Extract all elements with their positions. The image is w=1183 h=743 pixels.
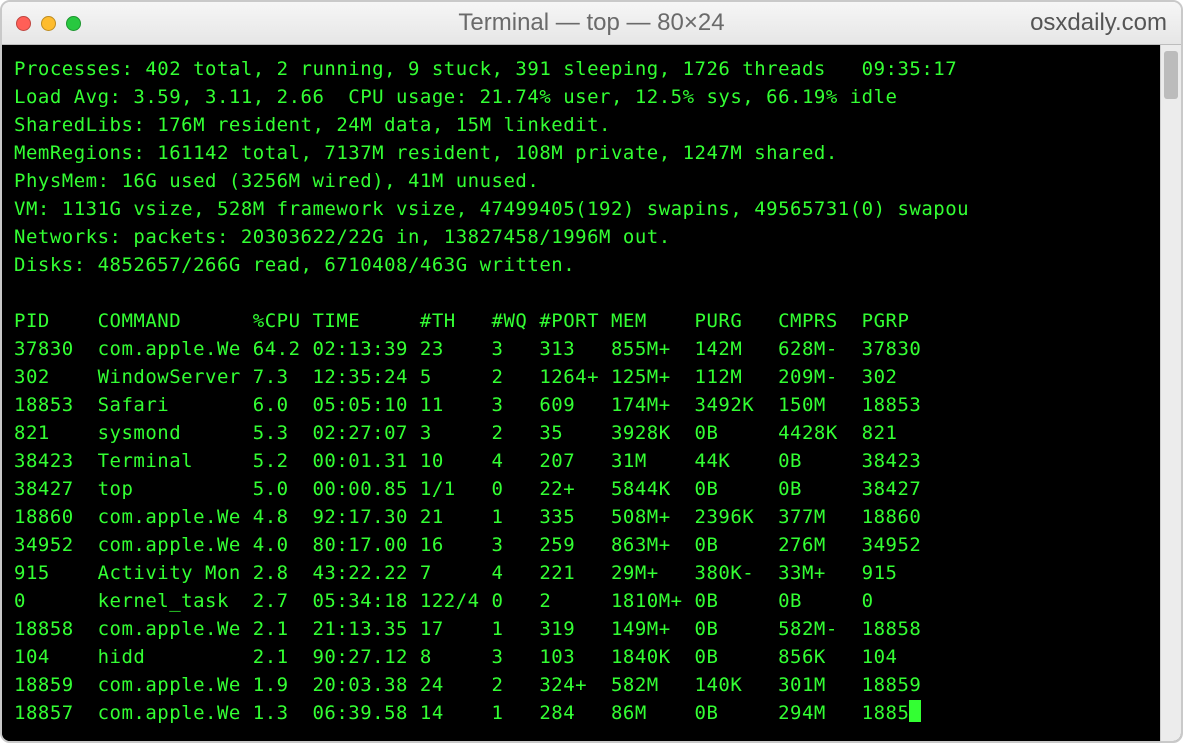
terminal-line: 0 kernel_task 2.7 05:34:18 122/4 0 2 181… bbox=[14, 590, 874, 612]
zoom-icon[interactable] bbox=[66, 16, 81, 31]
traffic-lights bbox=[16, 16, 81, 31]
scroll-thumb[interactable] bbox=[1164, 51, 1178, 99]
scrollbar[interactable] bbox=[1160, 45, 1181, 741]
terminal-line: PID COMMAND %CPU TIME #TH #WQ #PORT MEM … bbox=[14, 310, 909, 332]
terminal-line: 37830 com.apple.We 64.2 02:13:39 23 3 31… bbox=[14, 338, 921, 360]
terminal-line: PhysMem: 16G used (3256M wired), 41M unu… bbox=[14, 170, 539, 192]
terminal-line: SharedLibs: 176M resident, 24M data, 15M… bbox=[14, 114, 611, 136]
terminal-line: 38427 top 5.0 00:00.85 1/1 0 22+ 5844K 0… bbox=[14, 478, 921, 500]
terminal-output[interactable]: Processes: 402 total, 2 running, 9 stuck… bbox=[2, 45, 1160, 741]
terminal-window: Terminal — top — 80×24 osxdaily.com Proc… bbox=[0, 0, 1183, 743]
terminal-line: 821 sysmond 5.3 02:27:07 3 2 35 3928K 0B… bbox=[14, 422, 897, 444]
terminal-line: 915 Activity Mon 2.8 43:22.22 7 4 221 29… bbox=[14, 562, 897, 584]
terminal-line: 18860 com.apple.We 4.8 92:17.30 21 1 335… bbox=[14, 506, 921, 528]
terminal-line: 18853 Safari 6.0 05:05:10 11 3 609 174M+… bbox=[14, 394, 921, 416]
terminal-line: 302 WindowServer 7.3 12:35:24 5 2 1264+ … bbox=[14, 366, 897, 388]
cursor-icon bbox=[909, 700, 921, 722]
terminal-line: 18859 com.apple.We 1.9 20:03.38 24 2 324… bbox=[14, 674, 921, 696]
terminal-line: VM: 1131G vsize, 528M framework vsize, 4… bbox=[14, 198, 969, 220]
terminal-line: Disks: 4852657/266G read, 6710408/463G w… bbox=[14, 254, 575, 276]
terminal-line: 104 hidd 2.1 90:27.12 8 3 103 1840K 0B 8… bbox=[14, 646, 897, 668]
terminal-line: Networks: packets: 20303622/22G in, 1382… bbox=[14, 226, 671, 248]
terminal-line: 34952 com.apple.We 4.0 80:17.00 16 3 259… bbox=[14, 534, 921, 556]
terminal-line: Processes: 402 total, 2 running, 9 stuck… bbox=[14, 58, 957, 80]
close-icon[interactable] bbox=[16, 16, 31, 31]
terminal-body: Processes: 402 total, 2 running, 9 stuck… bbox=[2, 45, 1181, 741]
minimize-icon[interactable] bbox=[41, 16, 56, 31]
terminal-line: 18857 com.apple.We 1.3 06:39.58 14 1 284… bbox=[14, 702, 909, 724]
titlebar[interactable]: Terminal — top — 80×24 osxdaily.com bbox=[2, 2, 1181, 45]
watermark: osxdaily.com bbox=[1030, 9, 1167, 37]
terminal-line: MemRegions: 161142 total, 7137M resident… bbox=[14, 142, 838, 164]
terminal-line: 38423 Terminal 5.2 00:01.31 10 4 207 31M… bbox=[14, 450, 921, 472]
terminal-line: Load Avg: 3.59, 3.11, 2.66 CPU usage: 21… bbox=[14, 86, 897, 108]
terminal-line: 18858 com.apple.We 2.1 21:13.35 17 1 319… bbox=[14, 618, 921, 640]
window-title: Terminal — top — 80×24 bbox=[2, 9, 1181, 37]
